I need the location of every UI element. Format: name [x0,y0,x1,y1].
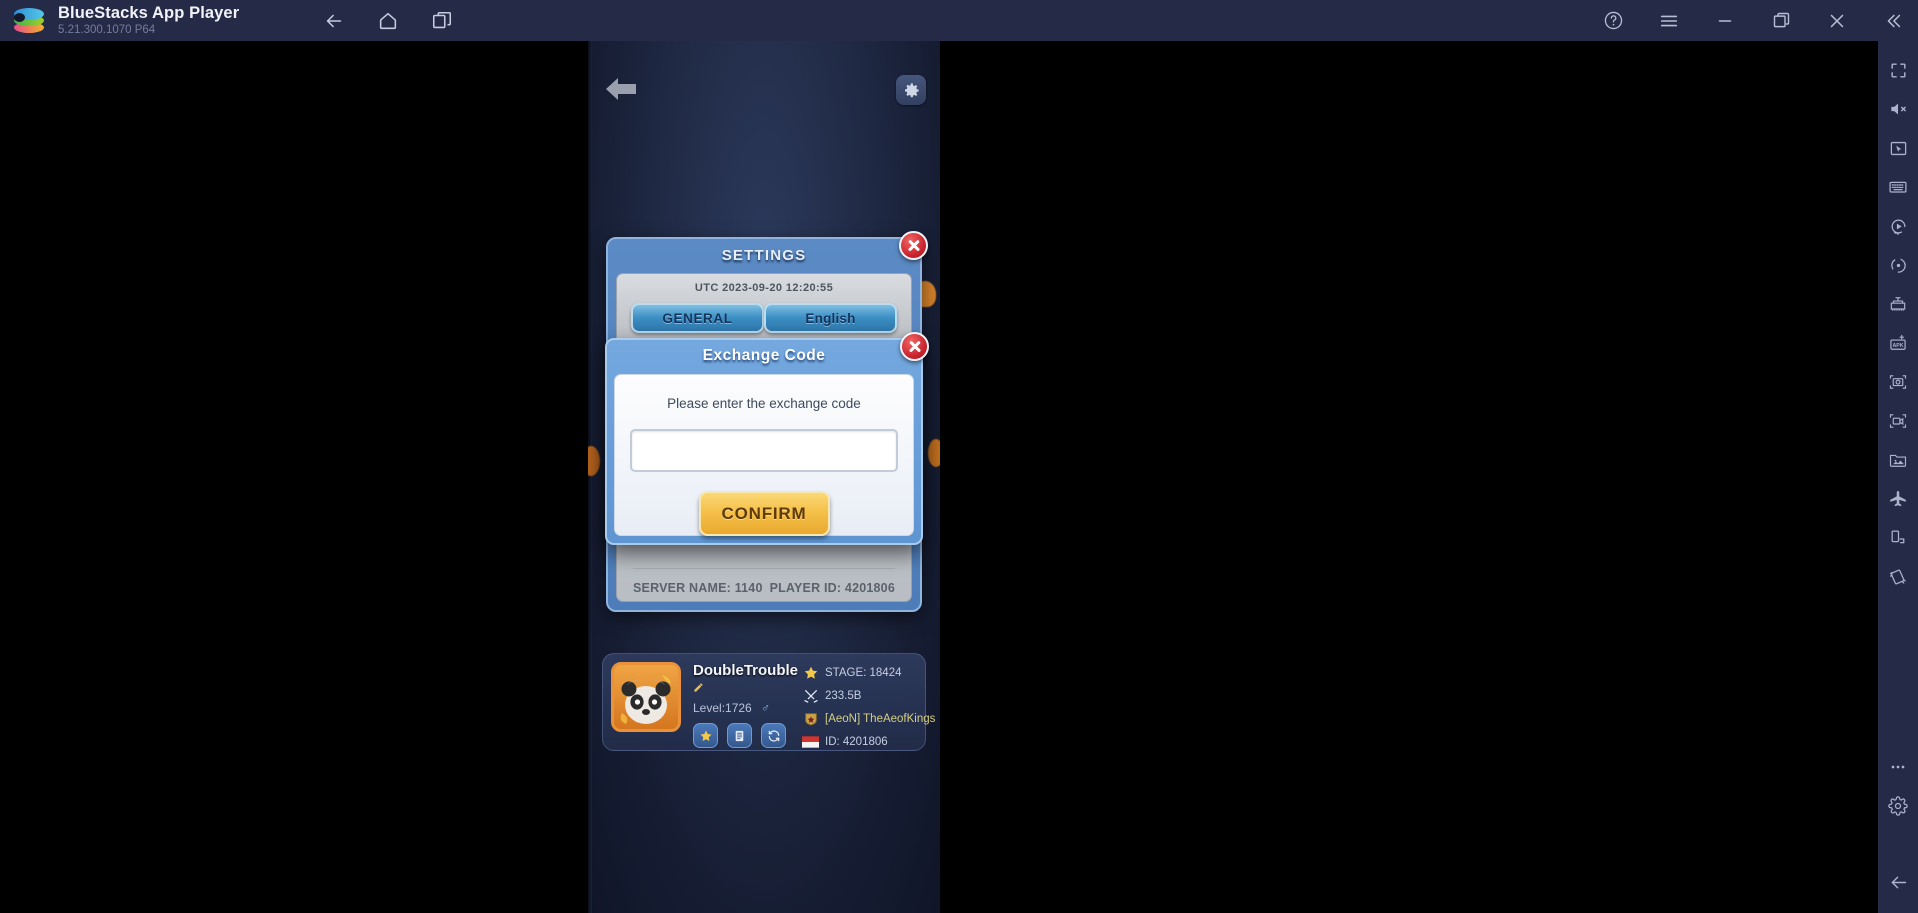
media-manager-button[interactable] [1881,443,1915,477]
stat-id-text: ID: 4201806 [825,736,888,748]
minimize-button[interactable] [1708,4,1742,38]
pencil-icon[interactable] [693,679,704,696]
male-symbol-icon: ♂ [761,701,771,715]
multi-instance-button[interactable] [425,4,459,38]
player-info-panel[interactable]: DoubleTrouble Level:1726 ♂ STAGE: 18424 … [602,653,935,751]
flag-icon [802,734,819,751]
screenshot-button[interactable] [1881,365,1915,399]
bluestacks-logo-icon [14,6,44,36]
game-back-button[interactable] [602,74,640,104]
refresh-icon [768,729,779,742]
confirm-button[interactable]: CONFIRM [698,491,830,536]
refresh-button[interactable] [761,723,786,748]
footer-info-row: SERVER NAME: 1140 PLAYER ID: 4201806 [633,581,895,595]
stat-stage-text: STAGE: 18424 [825,667,902,679]
titlebar-window-controls [1596,0,1910,41]
player-name-text: DoubleTrouble [693,662,798,679]
swords-icon [802,688,819,705]
mail-button[interactable] [727,723,752,748]
install-apk-button[interactable]: APK [1881,326,1915,360]
eco-mode-button[interactable] [1881,482,1915,516]
stat-power-text: 233.5B [825,690,862,702]
settings-utc-time: UTC 2023-09-20 12:20:55 [694,282,834,294]
exchange-code-prompt: Please enter the exchange code [667,396,861,411]
star-icon [700,730,711,741]
stat-power: 233.5B [802,686,934,706]
svg-text:APK: APK [1892,343,1903,349]
home-button[interactable] [371,4,405,38]
gyroscope-button[interactable] [1881,248,1915,282]
mute-button[interactable] [1881,92,1915,126]
game-controls-button[interactable] [1881,131,1915,165]
viewport-left-edge [588,41,592,913]
player-level: Level:1726 ♂ [693,701,802,715]
settings-title: SETTINGS [721,246,807,264]
close-button[interactable] [1820,4,1854,38]
settings-close-button[interactable] [899,231,928,260]
help-button[interactable] [1596,4,1630,38]
avatar[interactable] [611,662,681,732]
instance-manager-button[interactable] [1881,287,1915,321]
app-version: 5.21.300.1070 P64 [58,24,156,37]
panda-avatar-icon [620,675,671,725]
stat-stage: STAGE: 18424 [802,663,934,683]
more-button[interactable] [1881,750,1915,784]
stat-guild: [AeoN] TheAeofKings [802,709,936,729]
exchange-code-body: Please enter the exchange code CONFIRM [614,374,914,536]
title-text-group: BlueStacks App Player 5.21.300.1070 P64 [58,3,240,37]
macro-button[interactable] [1881,209,1915,243]
collapse-sidebar-button[interactable] [1876,4,1910,38]
rotate-button[interactable] [1881,521,1915,555]
game-viewport[interactable]: SETTINGS UTC 2023-09-20 12:20:55 GENERAL… [588,41,940,913]
player-stats: STAGE: 18424 233.5B [AeoN] TheAeofKings [802,662,936,748]
game-settings-button[interactable] [896,75,926,105]
shake-button[interactable] [1881,560,1915,594]
footer-divider [633,568,895,569]
decor-blob-left [588,446,600,476]
fullscreen-button[interactable] [1881,53,1915,87]
keymapping-button[interactable] [1881,170,1915,204]
server-name-label: SERVER NAME: 1140 [633,581,763,595]
exchange-code-dialog: Exchange Code Please enter the exchange … [605,332,929,545]
list-icon [735,730,744,741]
star-icon [802,665,819,682]
settings-button-row: GENERAL English [617,303,911,333]
back-button[interactable] [317,4,351,38]
player-info: DoubleTrouble Level:1726 ♂ [693,662,802,748]
player-action-icons [693,723,802,748]
menu-button[interactable] [1652,4,1686,38]
player-level-text: Level:1726 [693,701,752,715]
titlebar-nav [317,4,459,38]
settings-button[interactable] [1881,789,1915,823]
back-nav-button[interactable] [1881,865,1915,899]
title-bar: BlueStacks App Player 5.21.300.1070 P64 [0,0,1918,41]
stat-id: ID: 4201806 [802,732,934,752]
decor-blob-right [928,439,940,467]
player-name: DoubleTrouble [693,662,802,696]
stat-guild-text: [AeoN] TheAeofKings [825,713,936,725]
player-id-label: PLAYER ID: 4201806 [769,581,895,595]
settings-language-button[interactable]: English [764,303,897,333]
exchange-code-input[interactable] [630,429,898,472]
app-title: BlueStacks App Player [58,3,240,22]
achievements-button[interactable] [693,723,718,748]
restore-button[interactable] [1764,4,1798,38]
settings-general-button[interactable]: GENERAL [631,303,764,333]
record-screen-button[interactable] [1881,404,1915,438]
app-window: BlueStacks App Player 5.21.300.1070 P64 [0,0,1918,913]
guild-icon [802,711,819,728]
exchange-close-button[interactable] [900,332,929,361]
settings-footer: SERVER NAME: 1140 PLAYER ID: 4201806 [617,568,911,595]
right-sidebar: APK [1878,41,1918,913]
exchange-code-title: Exchange Code [702,347,826,364]
